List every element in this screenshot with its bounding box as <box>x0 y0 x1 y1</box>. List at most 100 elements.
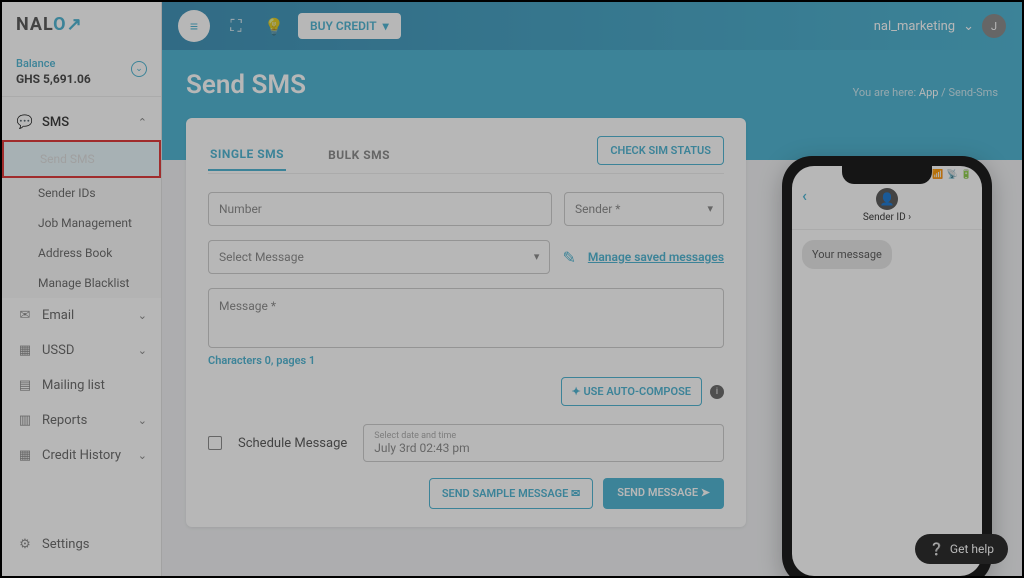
chevron-down-icon: ⌄ <box>963 19 974 34</box>
chevron-down-icon[interactable]: ⌄ <box>131 61 147 77</box>
schedule-checkbox[interactable] <box>208 436 222 450</box>
breadcrumb-app[interactable]: App <box>919 86 939 99</box>
battery-icon: 🔋 <box>961 170 972 180</box>
chat-icon: 💬 <box>16 115 34 130</box>
gear-icon: ⚙ <box>16 537 34 552</box>
logo-accent: O <box>53 14 66 35</box>
phone-preview: 📶 📡🔋 ‹ 👤 Sender ID › Your message <box>782 156 992 576</box>
nav-label: USSD <box>42 343 74 358</box>
sub-sender-ids[interactable]: Sender IDs <box>2 178 161 208</box>
nav-settings[interactable]: ⚙ Settings <box>16 527 147 562</box>
phone-back-icon[interactable]: ‹ <box>802 186 807 205</box>
breadcrumb-sep: / <box>941 86 946 99</box>
send-sample-button[interactable]: SEND SAMPLE MESSAGE ✉ <box>429 478 593 509</box>
buy-credit-label: BUY CREDIT <box>310 19 377 33</box>
check-sim-button[interactable]: CHECK SIM STATUS <box>597 136 724 165</box>
sms-submenu: Send SMS Sender IDs Job Management Addre… <box>2 140 161 298</box>
report-icon: ▥ <box>16 413 34 428</box>
form-card: SINGLE SMS BULK SMS CHECK SIM STATUS Num… <box>186 118 746 527</box>
buy-credit-button[interactable]: BUY CREDIT ▾ <box>298 13 401 39</box>
mail-icon: ✉ <box>16 308 34 323</box>
nav-label: Settings <box>42 537 89 552</box>
breadcrumb-current: Send-Sms <box>948 86 998 99</box>
date-input[interactable]: Select date and time July 3rd 02:43 pm <box>363 424 724 462</box>
pages-label: pages <box>276 354 306 367</box>
phone-header: ‹ 👤 Sender ID › <box>792 184 982 230</box>
date-label: Select date and time <box>374 431 713 441</box>
help-label: Get help <box>950 542 994 556</box>
sub-manage-blacklist[interactable]: Manage Blacklist <box>2 268 161 298</box>
chevron-down-icon: ⌄ <box>138 309 147 322</box>
phone-avatar-icon: 👤 <box>876 188 898 210</box>
tab-bulk-sms[interactable]: BULK SMS <box>326 140 392 170</box>
nav-mailing-list[interactable]: ▤ Mailing list <box>2 368 161 403</box>
tab-single-sms[interactable]: SINGLE SMS <box>208 139 286 171</box>
list-icon: ▤ <box>16 378 34 393</box>
header: ≡ ⛶ 💡 BUY CREDIT ▾ nal_marketing ⌄ J <box>162 2 1022 50</box>
schedule-label: Schedule Message <box>238 436 347 451</box>
info-icon[interactable]: i <box>710 385 724 399</box>
nav-email[interactable]: ✉ Email ⌄ <box>2 298 161 333</box>
message-bubble: Your message <box>802 240 892 269</box>
breadcrumb: You are here: App / Send-Sms <box>853 86 998 99</box>
balance-box[interactable]: Balance GHS 5,691.06 ⌄ <box>2 47 161 97</box>
sidebar-toggle-button[interactable]: ≡ <box>178 10 210 42</box>
phone-notch <box>842 166 932 184</box>
nav-ussd[interactable]: ▦ USSD ⌄ <box>2 333 161 368</box>
chevron-up-icon: ⌃ <box>138 116 147 129</box>
balance-amount: GHS 5,691.06 <box>16 72 147 86</box>
keypad-icon: ▦ <box>16 343 34 358</box>
bulb-icon[interactable]: 💡 <box>260 12 288 40</box>
nav-label: Credit History <box>42 448 121 463</box>
main: Send SMS You are here: App / Send-Sms SI… <box>162 50 1022 576</box>
fullscreen-icon[interactable]: ⛶ <box>222 12 250 40</box>
nav-credit-history[interactable]: ▦ Credit History ⌄ <box>2 438 161 473</box>
header-user[interactable]: nal_marketing ⌄ J <box>874 14 1006 38</box>
sub-send-sms[interactable]: Send SMS <box>2 140 161 178</box>
sub-job-management[interactable]: Job Management <box>2 208 161 238</box>
nav-bottom: ⚙ Settings <box>2 513 161 576</box>
date-value: July 3rd 02:43 pm <box>374 441 713 455</box>
caret-down-icon: ▾ <box>383 19 389 33</box>
nav-label: SMS <box>42 115 69 130</box>
tabs: SINGLE SMS BULK SMS CHECK SIM STATUS <box>208 136 724 174</box>
char-counter: Characters 0, pages 1 <box>208 354 724 367</box>
nav: 💬 SMS ⌃ Send SMS Sender IDs Job Manageme… <box>2 97 161 513</box>
sub-address-book[interactable]: Address Book <box>2 238 161 268</box>
auto-compose-label: USE AUTO-COMPOSE <box>583 385 691 398</box>
send-label: SEND MESSAGE <box>617 486 698 499</box>
number-input[interactable]: Number <box>208 192 552 226</box>
phone-screen: 📶 📡🔋 ‹ 👤 Sender ID › Your message <box>792 166 982 576</box>
help-icon: ❔ <box>929 542 944 556</box>
nav-label: Email <box>42 308 74 323</box>
chars-value: 0 <box>265 354 271 367</box>
signal-icon: 📶 <box>932 170 943 180</box>
chevron-down-icon: ⌄ <box>138 344 147 357</box>
phone-sender-label: Sender ID <box>863 212 906 223</box>
wifi-icon: 📡 <box>947 170 958 180</box>
nav-sms[interactable]: 💬 SMS ⌃ <box>2 105 161 140</box>
chevron-down-icon: ⌄ <box>138 414 147 427</box>
breadcrumb-prefix: You are here: <box>853 86 917 99</box>
sender-select[interactable]: Sender * <box>564 192 724 226</box>
pages-value: 1 <box>309 354 315 367</box>
nav-reports[interactable]: ▥ Reports ⌄ <box>2 403 161 438</box>
sidebar: NALO↗ Balance GHS 5,691.06 ⌄ 💬 SMS ⌃ Sen… <box>2 2 162 576</box>
select-message[interactable]: Select Message <box>208 240 550 274</box>
chevron-down-icon: ⌄ <box>138 449 147 462</box>
phone-sender: Sender ID › <box>792 212 982 223</box>
send-sample-label: SEND SAMPLE MESSAGE <box>442 487 568 500</box>
avatar[interactable]: J <box>982 14 1006 38</box>
chars-label: Characters <box>208 354 262 367</box>
logo: NALO↗ <box>2 2 161 47</box>
auto-compose-button[interactable]: ✦ USE AUTO-COMPOSE <box>561 377 703 406</box>
nav-label: Reports <box>42 413 87 428</box>
username: nal_marketing <box>874 19 955 34</box>
get-help-button[interactable]: ❔ Get help <box>915 534 1008 564</box>
logo-text: NAL <box>16 14 53 35</box>
nav-label: Mailing list <box>42 378 105 393</box>
message-textarea[interactable]: Message * <box>208 288 724 348</box>
send-message-button[interactable]: SEND MESSAGE ➤ <box>603 478 724 509</box>
history-icon: ▦ <box>16 448 34 463</box>
manage-saved-link[interactable]: Manage saved messages <box>588 250 724 264</box>
